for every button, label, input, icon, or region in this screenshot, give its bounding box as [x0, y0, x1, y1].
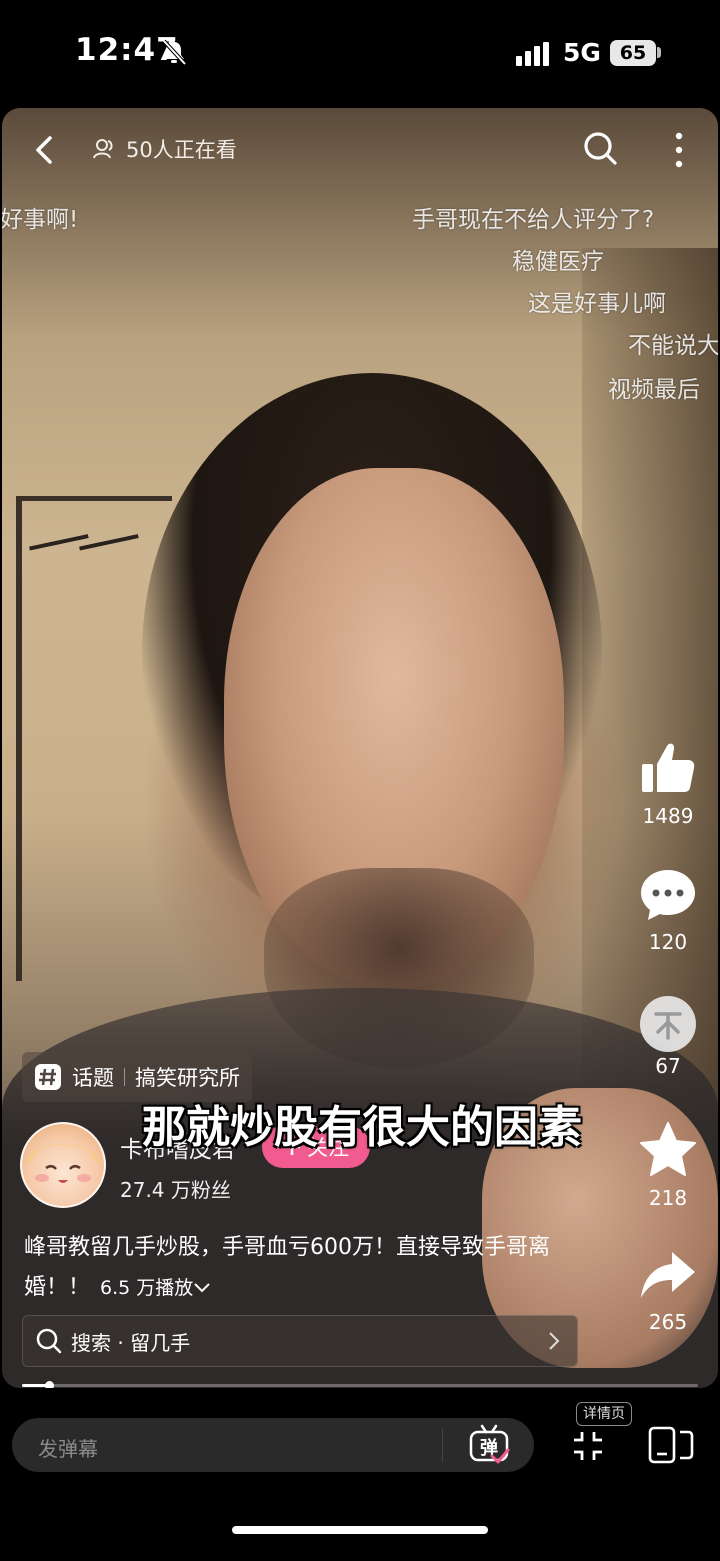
play-count-text: 6.5 万播放: [100, 1277, 194, 1299]
related-search-bar[interactable]: 搜索 · 留几手: [22, 1315, 578, 1367]
topic-chip[interactable]: 话题 搞笑研究所: [22, 1052, 252, 1102]
play-count[interactable]: 6.5 万播放: [100, 1277, 211, 1299]
topic-label: 话题: [72, 1066, 114, 1090]
coin-icon: [640, 996, 696, 1052]
favorite-count: 218: [648, 1186, 688, 1210]
search-icon[interactable]: [580, 128, 620, 168]
network-type: 5G: [563, 38, 601, 67]
bottom-bar: 发弹幕 弹 详情页: [0, 1390, 720, 1561]
favorite-button[interactable]: 218: [636, 1120, 700, 1210]
danmaku-item: 视频最后: [608, 377, 700, 403]
collapse-icon[interactable]: [572, 1430, 604, 1462]
coin-button[interactable]: 67: [636, 996, 700, 1078]
like-count: 1489: [642, 804, 694, 828]
detail-page-tag: 详情页: [576, 1402, 632, 1426]
video-player[interactable]: 50人正在看 好事啊! 手哥现在不给人评分了? 稳健医疗 这是好事儿啊 不能说大…: [2, 108, 718, 1388]
danmaku-item: 这是好事儿啊: [528, 291, 666, 317]
hashtag-icon: [35, 1064, 61, 1090]
signal-icon: [516, 42, 549, 66]
danmaku-toggle-icon[interactable]: 弹: [468, 1424, 510, 1466]
search-icon: [36, 1328, 62, 1354]
share-count: 265: [648, 1310, 688, 1334]
video-subtitle: 那就炒股有很大的因素: [142, 1102, 582, 1153]
comment-icon: [641, 870, 695, 920]
coin-count: 67: [655, 1054, 681, 1078]
danmaku-item: 稳健医疗: [512, 249, 604, 275]
status-bar: 12:47 5G 65: [0, 0, 720, 108]
danmaku-toggle-label: 弹: [480, 1437, 498, 1459]
danmaku-item: 手哥现在不给人评分了?: [412, 207, 655, 233]
danmaku-item: 不能说大: [628, 333, 718, 359]
chevron-right-icon: [549, 1332, 560, 1350]
like-button[interactable]: 1489: [636, 738, 700, 828]
more-vertical-icon[interactable]: [672, 130, 686, 170]
home-indicator[interactable]: [232, 1526, 488, 1534]
star-icon: [640, 1122, 696, 1176]
progress-knob[interactable]: [45, 1381, 55, 1388]
comment-count: 120: [648, 930, 688, 954]
anime-face-image: [28, 1144, 98, 1183]
viewer-count: 50人正在看: [92, 134, 237, 164]
people-icon: [93, 139, 113, 159]
bell-muted-icon: [162, 39, 187, 66]
back-arrow-icon[interactable]: [26, 132, 62, 168]
related-search-text: 搜索 · 留几手: [71, 1330, 191, 1355]
viewer-count-text: 50人正在看: [126, 138, 237, 162]
author-avatar[interactable]: [20, 1122, 106, 1208]
topic-divider: [124, 1068, 125, 1086]
share-arrow-icon: [641, 1252, 695, 1298]
video-caption[interactable]: 峰哥教留几手炒股，手哥血亏600万！直接导致手哥离婚！！ 6.5 万播放: [24, 1228, 584, 1308]
author-followers: 27.4 万粉丝: [120, 1178, 231, 1202]
danmaku-input[interactable]: 发弹幕 弹: [12, 1418, 534, 1472]
chevron-down-icon: [194, 1283, 210, 1293]
comment-button[interactable]: 120: [636, 866, 700, 954]
danmaku-divider: [442, 1428, 443, 1462]
topic-name: 搞笑研究所: [135, 1066, 240, 1090]
battery-level: 65: [610, 40, 656, 66]
battery-tip: [657, 47, 661, 58]
danmaku-input-placeholder: 发弹幕: [38, 1437, 98, 1461]
thumbs-up-icon: [642, 743, 695, 792]
share-button[interactable]: 265: [636, 1248, 700, 1334]
danmaku-item: 好事啊!: [2, 207, 79, 233]
split-screen-icon[interactable]: [648, 1426, 694, 1464]
progress-bar[interactable]: [22, 1381, 698, 1388]
